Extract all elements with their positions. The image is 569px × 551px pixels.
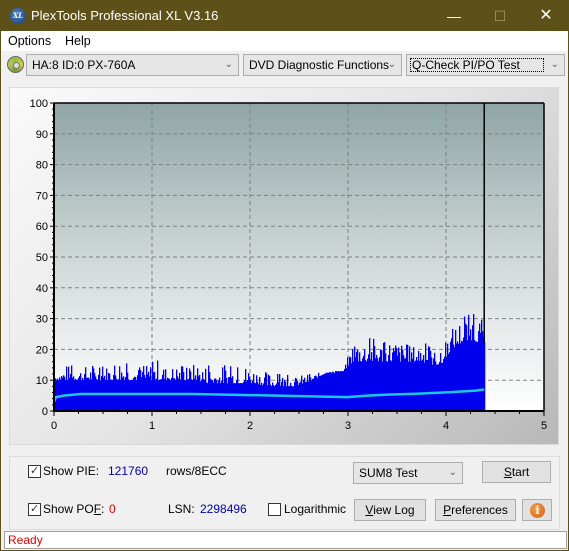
show-pof-label: Show POF:	[43, 502, 104, 516]
show-pof-checkbox[interactable]	[28, 502, 41, 516]
y-tick-label: 30	[36, 314, 48, 326]
app-logo-icon: XL	[10, 8, 26, 24]
menu-bar: Options Help	[1, 31, 568, 51]
pie-count-value: 121760	[108, 464, 149, 478]
x-tick-label: 1	[149, 420, 155, 432]
lsn-label: LSN:	[168, 502, 195, 516]
maximize-button[interactable]: ☐	[477, 1, 523, 31]
toolbar: HA:8 ID:0 PX-760A ⌄ DVD Diagnostic Funct…	[1, 51, 568, 79]
preferences-accel: P	[443, 503, 452, 517]
drive-select[interactable]: HA:8 ID:0 PX-760A ⌄	[26, 54, 239, 76]
lsn-value: 2298496	[200, 502, 247, 516]
disc-drive-icon	[7, 56, 24, 73]
show-pie-label: Show PIE:	[43, 464, 100, 478]
test-mode-value: SUM8 Test	[359, 466, 418, 480]
info-icon: i	[530, 503, 545, 518]
y-tick-label: 80	[36, 160, 48, 172]
app-window: XL PlexTools Professional XL V3.16 — ☐ ✕…	[0, 0, 569, 551]
show-pof-label-accel: F	[93, 502, 102, 516]
chevron-down-icon: ⌄	[387, 59, 396, 70]
y-tick-label: 90	[36, 129, 48, 141]
logarithmic-label: Logarithmic	[284, 502, 347, 516]
menu-options[interactable]: Options	[8, 34, 51, 48]
y-tick-labels: 0 10 20 30 40 50 60 70 80 90 100	[30, 98, 48, 418]
function-select[interactable]: DVD Diagnostic Functions ⌄	[243, 54, 402, 76]
pie-bar	[484, 342, 486, 411]
x-tick-label: 4	[443, 420, 449, 432]
show-pof-label-text: Show PO	[43, 502, 94, 516]
y-tick-label: 70	[36, 190, 48, 202]
show-pie-checkbox[interactable]	[28, 464, 41, 478]
y-tick-label: 50	[36, 252, 48, 264]
start-label: tart	[511, 465, 530, 479]
start-accel: S	[503, 465, 512, 479]
drive-select-value: HA:8 ID:0 PX-760A	[32, 58, 136, 72]
view-log-label: iew Log	[373, 503, 415, 517]
show-pof-label-colon: :	[101, 502, 105, 516]
controls-panel: Show PIE: 121760 rows/8ECC Show POF: 0 L…	[9, 456, 560, 530]
start-button[interactable]: Start	[482, 461, 551, 483]
status-bar: Ready	[4, 531, 567, 549]
pof-count-value: 0	[109, 502, 116, 516]
y-tick-label: 60	[36, 221, 48, 233]
y-tick-label: 40	[36, 283, 48, 295]
window-title: PlexTools Professional XL V3.16	[31, 8, 219, 23]
y-tick-label: 10	[36, 375, 48, 387]
x-tick-label: 0	[51, 420, 57, 432]
menu-help[interactable]: Help	[65, 34, 91, 48]
y-tick-label: 100	[30, 98, 48, 110]
preferences-label: references	[451, 503, 508, 517]
info-button[interactable]: i	[522, 499, 552, 521]
minimize-button[interactable]: —	[431, 1, 477, 31]
x-tick-label: 2	[247, 420, 253, 432]
chart-panel: 0 10 20 30 40 50 60 70 80 90 100 0 1 2 3 4 5	[9, 87, 559, 445]
focus-outline	[410, 58, 544, 72]
x-tick-labels: 0 1 2 3 4 5	[51, 420, 547, 432]
status-text: Ready	[8, 533, 43, 547]
pie-unit-label: rows/8ECC	[166, 464, 227, 478]
pie-chart: 0 10 20 30 40 50 60 70 80 90 100 0 1 2 3 4 5	[30, 98, 547, 432]
close-button[interactable]: ✕	[523, 1, 569, 31]
y-tick-label: 20	[36, 344, 48, 356]
title-bar: XL PlexTools Professional XL V3.16 — ☐ ✕	[1, 1, 568, 31]
chevron-down-icon: ⌄	[224, 59, 233, 70]
view-log-button[interactable]: View Log	[354, 499, 426, 521]
test-mode-select[interactable]: SUM8 Test ⌄	[353, 462, 463, 484]
chevron-down-icon: ⌄	[448, 467, 457, 478]
chevron-down-icon: ⌄	[550, 59, 559, 70]
x-tick-label: 3	[345, 420, 351, 432]
function-select-value: DVD Diagnostic Functions	[249, 58, 390, 72]
y-tick-label: 0	[42, 406, 48, 418]
x-tick-label: 5	[541, 420, 547, 432]
preferences-button[interactable]: Preferences	[435, 499, 516, 521]
test-select[interactable]: Q-Check PI/PO Test ⌄	[406, 54, 565, 76]
logarithmic-checkbox[interactable]	[268, 503, 281, 516]
